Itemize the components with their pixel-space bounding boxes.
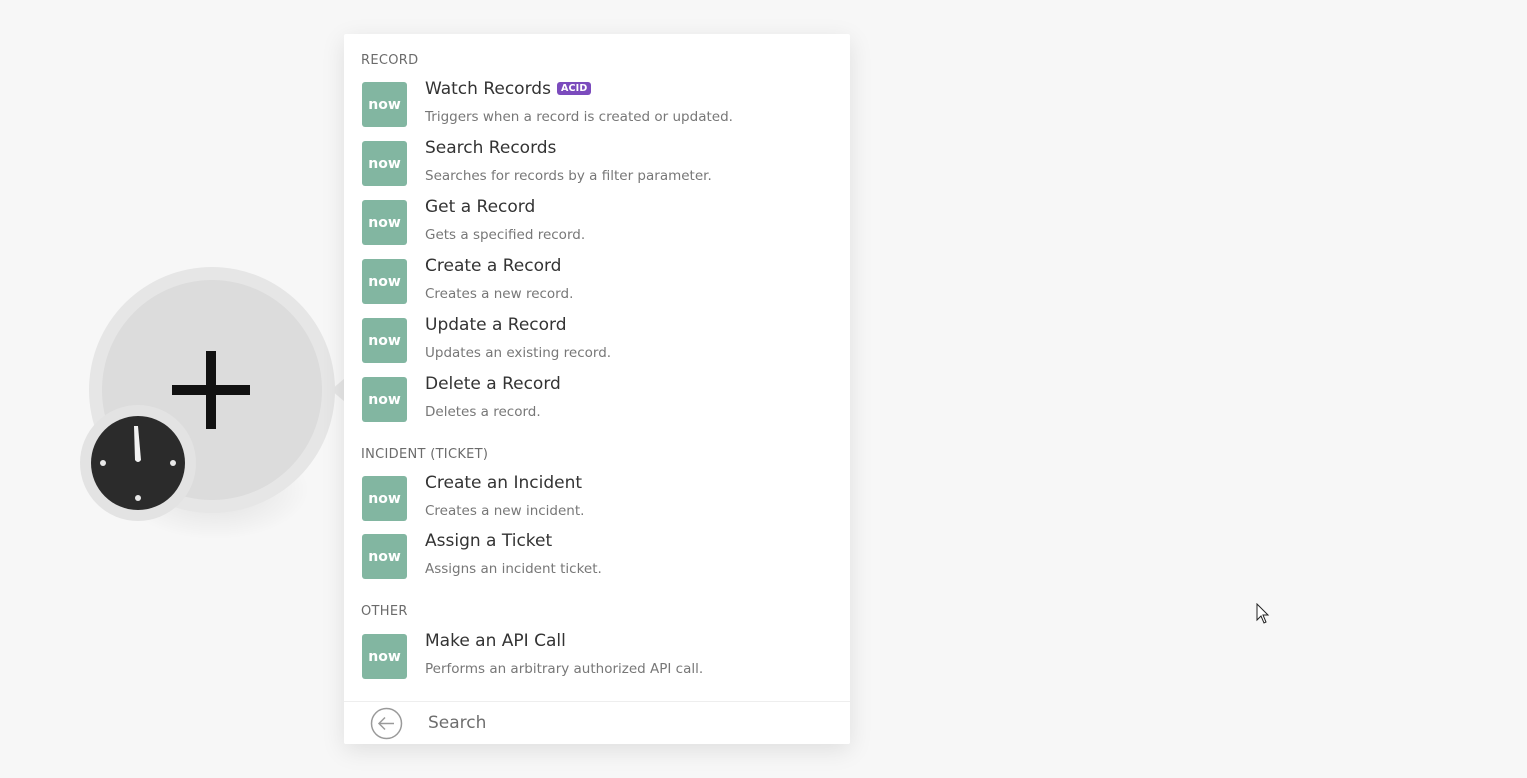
module-item-watch-records[interactable]: now Watch Records ACID Triggers when a re… xyxy=(344,79,850,138)
module-item-title: Update a Record xyxy=(425,315,567,335)
logo-text: now xyxy=(368,97,401,113)
servicenow-logo-icon: now xyxy=(362,141,407,186)
module-item-description: Deletes a record. xyxy=(425,404,541,420)
section-header-incident: INCIDENT (TICKET) xyxy=(361,447,489,462)
servicenow-logo-icon: now xyxy=(362,534,407,579)
module-item-title: Search Records xyxy=(425,138,557,158)
module-item-title: Create an Incident xyxy=(425,473,583,493)
section-header-other: OTHER xyxy=(361,604,408,619)
logo-text: now xyxy=(368,156,401,172)
module-list: RECORD now Watch Records ACID Triggers wh… xyxy=(344,34,850,701)
module-item-title-text: Watch Records xyxy=(425,79,551,99)
search-bar xyxy=(344,701,850,744)
mouse-cursor-icon xyxy=(1256,603,1270,624)
module-item-title: Delete a Record xyxy=(425,374,561,394)
module-item-title: Make an API Call xyxy=(425,631,566,651)
servicenow-logo-icon: now xyxy=(362,200,407,245)
clock-icon[interactable] xyxy=(91,416,185,510)
search-input[interactable] xyxy=(428,711,828,735)
module-item-description: Triggers when a record is created or upd… xyxy=(425,109,733,125)
servicenow-logo-icon: now xyxy=(362,377,407,422)
logo-text: now xyxy=(368,392,401,408)
module-item-get-a-record[interactable]: now Get a Record Gets a specified record… xyxy=(344,197,850,256)
servicenow-logo-icon: now xyxy=(362,476,407,521)
module-item-description: Creates a new incident. xyxy=(425,503,585,519)
module-item-description: Creates a new record. xyxy=(425,286,574,302)
module-item-title: Create a Record xyxy=(425,256,562,276)
logo-text: now xyxy=(368,491,401,507)
module-item-title: Get a Record xyxy=(425,197,536,217)
module-pointer xyxy=(331,378,345,402)
servicenow-logo-icon: now xyxy=(362,82,407,127)
scenario-canvas: RECORD now Watch Records ACID Triggers wh… xyxy=(0,0,1527,778)
module-item-make-an-api-call[interactable]: now Make an API Call Performs an arbitra… xyxy=(344,631,850,690)
module-item-description: Assigns an incident ticket. xyxy=(425,561,602,577)
module-item-title: Assign a Ticket xyxy=(425,531,553,551)
acid-badge: ACID xyxy=(556,82,592,95)
module-item-description: Gets a specified record. xyxy=(425,227,586,243)
module-item-create-a-record[interactable]: now Create a Record Creates a new record… xyxy=(344,256,850,315)
module-item-delete-a-record[interactable]: now Delete a Record Deletes a record. xyxy=(344,374,850,433)
servicenow-logo-icon: now xyxy=(362,634,407,679)
module-picker-dropdown: RECORD now Watch Records ACID Triggers wh… xyxy=(344,34,850,744)
section-header-record: RECORD xyxy=(361,53,419,68)
module-item-title: Watch Records ACID xyxy=(425,79,592,99)
module-item-update-a-record[interactable]: now Update a Record Updates an existing … xyxy=(344,315,850,374)
module-item-create-an-incident[interactable]: now Create an Incident Creates a new inc… xyxy=(344,473,850,532)
servicenow-logo-icon: now xyxy=(362,259,407,304)
arrow-left-icon[interactable] xyxy=(370,707,403,740)
logo-text: now xyxy=(368,333,401,349)
logo-text: now xyxy=(368,274,401,290)
module-item-description: Searches for records by a filter paramet… xyxy=(425,168,712,184)
servicenow-logo-icon: now xyxy=(362,318,407,363)
module-item-description: Performs an arbitrary authorized API cal… xyxy=(425,661,704,677)
logo-text: now xyxy=(368,649,401,665)
module-item-search-records[interactable]: now Search Records Searches for records … xyxy=(344,138,850,197)
module-item-assign-a-ticket[interactable]: now Assign a Ticket Assigns an incident … xyxy=(344,531,850,590)
logo-text: now xyxy=(368,215,401,231)
logo-text: now xyxy=(368,549,401,565)
module-item-description: Updates an existing record. xyxy=(425,345,612,361)
